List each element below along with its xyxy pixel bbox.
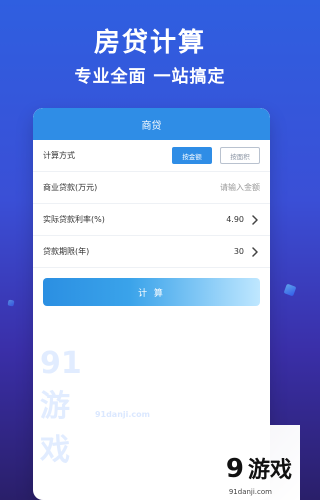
interest-rate-value[interactable]: 4.90: [226, 214, 260, 225]
hero-subtitle: 专业全面 一站搞定: [74, 67, 226, 87]
watermark-right-site: 91danji.com: [228, 488, 272, 496]
interest-rate-text: 4.90: [226, 215, 244, 224]
watermark-logo-left: 91游戏 91danji.com: [40, 346, 150, 468]
interest-rate-label: 实际贷款利率(%): [43, 215, 105, 224]
hero-title: 房贷计算: [93, 28, 206, 58]
calculation-method-label: 计算方式: [43, 151, 75, 160]
watermark-right-number: 9: [225, 454, 244, 484]
interest-rate-row[interactable]: 实际贷款利率(%) 4.90: [33, 204, 270, 236]
loan-term-value[interactable]: 30: [233, 246, 260, 257]
method-by-area-button[interactable]: 按面积: [220, 147, 260, 164]
loan-amount-label: 商业贷款(万元): [43, 183, 98, 192]
loan-amount-placeholder: 请输入金额: [220, 183, 260, 192]
watermark-right-text: 游戏: [247, 458, 292, 483]
loan-amount-row[interactable]: 商业贷款(万元) 请输入金额: [33, 172, 270, 204]
loan-term-text: 30: [233, 247, 244, 256]
chevron-right-icon: [252, 214, 258, 225]
calculation-method-row: 计算方式 按金额 按面积: [33, 140, 270, 172]
card-header: 商贷: [33, 108, 270, 140]
card-header-title: 商贷: [141, 120, 162, 132]
decor-cube: [283, 283, 297, 297]
calculation-method-toggle: 按金额 按面积: [172, 147, 260, 164]
watermark-left-site: 91danji.com: [94, 410, 150, 419]
watermark-right-logo: 9 游戏: [226, 452, 292, 484]
loan-term-label: 贷款期限(年): [43, 247, 90, 256]
loan-amount-input[interactable]: 请输入金额: [220, 182, 260, 193]
method-by-amount-button[interactable]: 按金额: [172, 147, 212, 164]
calculate-button[interactable]: 计 算: [43, 278, 260, 306]
decor-cube: [7, 299, 15, 307]
watermark-left-text: 91游戏: [40, 346, 82, 468]
chevron-right-icon: [252, 246, 258, 257]
loan-term-row[interactable]: 贷款期限(年) 30: [33, 236, 270, 268]
watermark-logo-right: 9 游戏 91danji.com: [130, 425, 300, 500]
